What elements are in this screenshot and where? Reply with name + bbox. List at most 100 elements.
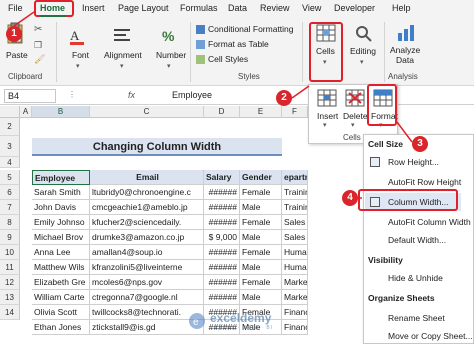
row-header[interactable]: 10 (0, 245, 20, 260)
row-header[interactable]: 12 (0, 275, 20, 290)
email-cell[interactable]: drumke3@amazon.co.jp (90, 230, 204, 245)
column-header-c[interactable]: C (90, 106, 204, 118)
gender-cell[interactable]: Male (240, 230, 282, 245)
email-cell[interactable]: cmcgeachie1@ameblo.jp (90, 200, 204, 215)
header-email[interactable]: Email (90, 170, 204, 185)
email-cell[interactable]: ltubridy0@chronoengine.c (90, 185, 204, 200)
column-header-d[interactable]: D (204, 106, 240, 118)
department-cell[interactable]: Sales (282, 215, 308, 230)
analyze-label[interactable]: Analyze (390, 45, 420, 55)
row-height-item[interactable]: Row Height... (388, 157, 439, 167)
department-cell[interactable]: Training (282, 185, 308, 200)
rename-sheet-item[interactable]: Rename Sheet (388, 313, 445, 323)
employee-cell[interactable]: Michael Brov (32, 230, 90, 245)
salary-cell[interactable]: $ 9,000 (204, 230, 240, 245)
header-department[interactable]: epartment (282, 170, 308, 185)
row-header[interactable]: 11 (0, 260, 20, 275)
row-header[interactable]: 9 (0, 230, 20, 245)
salary-cell[interactable]: ###### (204, 275, 240, 290)
delete-cells-button[interactable]: Delete (343, 111, 368, 121)
autofit-row-height-item[interactable]: AutoFit Row Height (388, 177, 461, 187)
paste-label[interactable]: Paste (6, 50, 28, 60)
gender-cell[interactable]: Female (240, 215, 282, 230)
gender-cell[interactable]: Female (240, 275, 282, 290)
gender-cell[interactable]: Female (240, 185, 282, 200)
analyze-data-icon[interactable] (396, 24, 416, 42)
employee-cell[interactable]: Emily Johnso (32, 215, 90, 230)
department-cell[interactable]: Training (282, 200, 308, 215)
autofit-column-width-item[interactable]: AutoFit Column Width (388, 217, 471, 227)
header-employee[interactable]: Employee (32, 170, 90, 185)
copy-icon[interactable]: ❐ (34, 40, 42, 51)
format-as-table-button[interactable]: Format as Table (208, 39, 269, 49)
conditional-formatting-button[interactable]: Conditional Formatting (208, 24, 294, 34)
gender-cell[interactable]: Female (240, 245, 282, 260)
employee-cell[interactable]: Anna Lee (32, 245, 90, 260)
department-cell[interactable]: Sales (282, 230, 308, 245)
row-header[interactable]: 13 (0, 290, 20, 305)
salary-cell[interactable]: ###### (204, 245, 240, 260)
chevron-down-icon[interactable]: ▾ (120, 62, 124, 70)
move-copy-sheet-item[interactable]: Move or Copy Sheet... (388, 331, 473, 341)
email-cell[interactable]: kfranzolini5@liveinterne (90, 260, 204, 275)
tab-page-layout[interactable]: Page Layout (118, 3, 169, 13)
department-cell[interactable]: Marketing (282, 275, 308, 290)
chevron-down-icon[interactable]: ▾ (351, 121, 355, 129)
salary-cell[interactable]: ###### (204, 185, 240, 200)
formula-value[interactable]: Employee (172, 90, 212, 100)
column-header-b[interactable]: B (32, 106, 90, 118)
name-box[interactable]: B4 (4, 89, 56, 103)
employee-cell[interactable]: John Davis (32, 200, 90, 215)
editing-icon[interactable] (354, 24, 374, 42)
cut-icon[interactable]: ✂ (34, 24, 42, 35)
column-header-e[interactable]: E (240, 106, 282, 118)
department-cell[interactable]: Marketing (282, 290, 308, 305)
default-width-item[interactable]: Default Width... (388, 235, 446, 245)
number-icon[interactable]: % (160, 26, 180, 46)
insert-cells-icon[interactable] (317, 89, 337, 107)
email-cell[interactable]: kfucher2@sciencedaily. (90, 215, 204, 230)
row-header[interactable]: 3 (0, 136, 20, 157)
row-header[interactable]: 8 (0, 215, 20, 230)
gender-cell[interactable]: Male (240, 260, 282, 275)
hide-unhide-item[interactable]: Hide & Unhide (388, 273, 443, 283)
font-label[interactable]: Font (72, 50, 89, 60)
salary-cell[interactable]: ###### (204, 200, 240, 215)
salary-cell[interactable]: ###### (204, 215, 240, 230)
gender-cell[interactable]: Male (240, 200, 282, 215)
cell-styles-icon[interactable] (196, 55, 205, 64)
column-header-a[interactable]: A (20, 106, 32, 118)
tab-review[interactable]: Review (260, 3, 290, 13)
employee-cell[interactable]: Elizabeth Gre (32, 275, 90, 290)
row-header[interactable]: 5 (0, 170, 20, 185)
tab-file[interactable]: File (8, 3, 23, 13)
salary-cell[interactable]: ###### (204, 290, 240, 305)
chevron-down-icon[interactable]: ▾ (323, 121, 327, 129)
font-icon[interactable]: A (68, 26, 88, 46)
salary-cell[interactable]: ###### (204, 260, 240, 275)
tab-help[interactable]: Help (392, 3, 411, 13)
employee-cell[interactable]: Matthew Wils (32, 260, 90, 275)
chevron-down-icon[interactable]: ▾ (76, 62, 80, 70)
employee-cell[interactable]: Sarah Smith (32, 185, 90, 200)
chevron-down-icon[interactable]: ▾ (167, 62, 171, 70)
editing-label[interactable]: Editing (350, 46, 376, 56)
department-cell[interactable]: Human Resources (282, 245, 308, 260)
department-cell[interactable]: Human Resources (282, 260, 308, 275)
email-cell[interactable]: amallan4@soup.io (90, 245, 204, 260)
delete-cells-icon[interactable] (345, 89, 365, 107)
email-cell[interactable]: mcoles6@nps.gov (90, 275, 204, 290)
tab-view[interactable]: View (302, 3, 321, 13)
header-salary[interactable]: Salary (204, 170, 240, 185)
tab-insert[interactable]: Insert (82, 3, 105, 13)
employee-cell[interactable]: Olivia Scott (32, 305, 90, 320)
email-cell[interactable]: twillcocks8@technorati. (90, 305, 204, 320)
format-as-table-icon[interactable] (196, 40, 205, 49)
gender-cell[interactable]: Male (240, 290, 282, 305)
insert-cells-button[interactable]: Insert (317, 111, 338, 121)
row-header[interactable]: 7 (0, 200, 20, 215)
alignment-icon[interactable] (112, 26, 132, 46)
chevron-down-icon[interactable]: ▾ (360, 58, 364, 66)
tab-developer[interactable]: Developer (334, 3, 375, 13)
email-cell[interactable]: ctregonna7@google.nl (90, 290, 204, 305)
